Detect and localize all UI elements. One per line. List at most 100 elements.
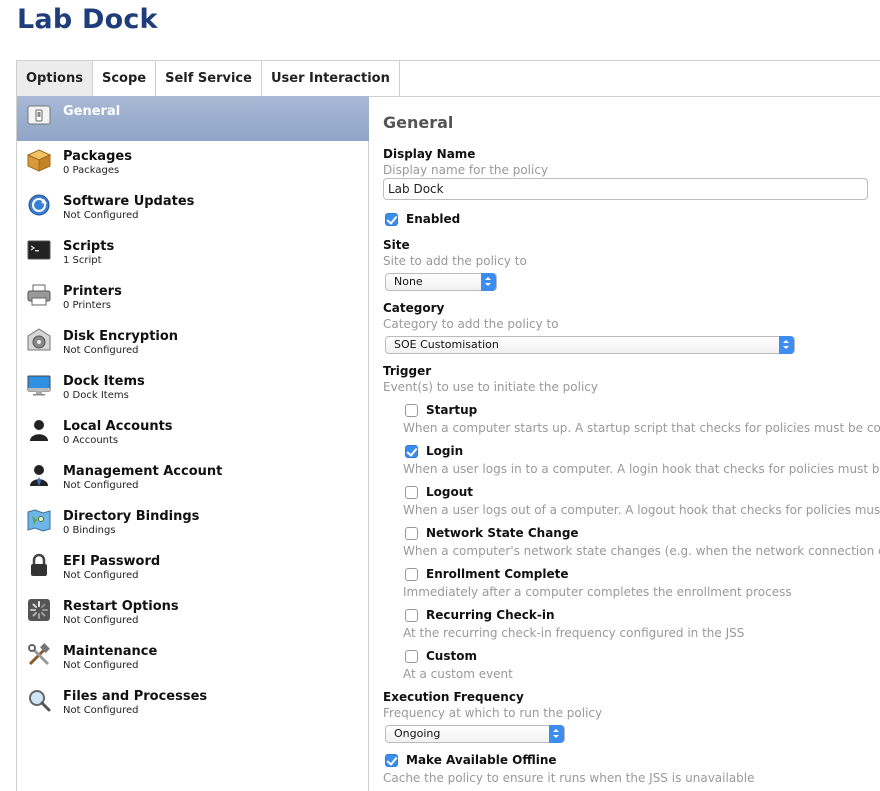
tab-user-interaction[interactable]: User Interaction bbox=[262, 61, 400, 97]
execution-frequency-select[interactable]: Ongoing bbox=[385, 725, 565, 743]
category-select-value: SOE Customisation bbox=[394, 338, 499, 351]
section-title: General bbox=[383, 113, 454, 132]
sidebar-item-maintenance[interactable]: Maintenance Not Configured bbox=[17, 636, 369, 681]
trigger-startup-row: Startup bbox=[405, 403, 477, 417]
display-name-input[interactable] bbox=[383, 178, 868, 200]
terminal-icon bbox=[27, 238, 51, 262]
switch-icon bbox=[27, 103, 51, 127]
sidebar-item-scripts[interactable]: Scripts 1 Script bbox=[17, 231, 369, 276]
category-select[interactable]: SOE Customisation bbox=[385, 336, 795, 354]
lock-icon bbox=[27, 553, 51, 577]
trigger-custom-checkbox[interactable] bbox=[405, 649, 418, 663]
trigger-label: Trigger bbox=[383, 364, 432, 378]
sidebar-item-software-updates[interactable]: Software Updates Not Configured bbox=[17, 186, 369, 231]
trigger-custom-row: Custom bbox=[405, 649, 477, 663]
trigger-enrollment-complete-label: Enrollment Complete bbox=[426, 567, 569, 581]
trigger-help: Event(s) to use to initiate the policy bbox=[383, 380, 598, 394]
trigger-network-state-change-checkbox[interactable] bbox=[405, 526, 418, 540]
trigger-login-help: When a user logs in to a computer. A log… bbox=[403, 462, 880, 476]
sidebar-item-label: Files and Processes bbox=[63, 689, 208, 704]
sidebar-item-label: Local Accounts bbox=[63, 419, 173, 434]
sidebar-item-local-accounts[interactable]: Local Accounts 0 Accounts bbox=[17, 411, 369, 456]
trigger-recurring-check-in-row: Recurring Check-in bbox=[405, 608, 555, 622]
sidebar-item-restart-options[interactable]: Restart Options Not Configured bbox=[17, 591, 369, 636]
category-label: Category bbox=[383, 301, 445, 315]
sidebar-item-label: Software Updates bbox=[63, 194, 195, 209]
offline-row: Make Available Offline bbox=[385, 753, 557, 767]
execution-frequency-help: Frequency at which to run the policy bbox=[383, 706, 603, 720]
sidebar-item-dock-items[interactable]: Dock Items 0 Dock Items bbox=[17, 366, 369, 411]
trigger-enrollment-complete-help: Immediately after a computer completes t… bbox=[403, 585, 792, 599]
sidebar-item-status: Not Configured bbox=[63, 705, 139, 716]
sidebar-item-label: Disk Encryption bbox=[63, 329, 179, 344]
execution-frequency-label: Execution Frequency bbox=[383, 690, 524, 704]
trigger-network-state-change-label: Network State Change bbox=[426, 526, 579, 540]
sidebar-item-label: Printers bbox=[63, 284, 122, 299]
sidebar-item-status: 0 Packages bbox=[63, 165, 120, 176]
sidebar-item-label: Packages bbox=[63, 149, 132, 164]
trigger-enrollment-complete-checkbox[interactable] bbox=[405, 567, 418, 581]
trigger-recurring-check-in-help: At the recurring check-in frequency conf… bbox=[403, 626, 745, 640]
tab-scope[interactable]: Scope bbox=[93, 61, 157, 97]
software-update-icon bbox=[27, 193, 51, 217]
offline-checkbox[interactable] bbox=[385, 753, 398, 767]
sidebar-item-status: Not Configured bbox=[63, 660, 139, 671]
trigger-logout-help: When a user logs out of a computer. A lo… bbox=[403, 503, 880, 517]
offline-help: Cache the policy to ensure it runs when … bbox=[383, 771, 755, 785]
trigger-custom-help: At a custom event bbox=[403, 667, 513, 681]
execution-frequency-select-value: Ongoing bbox=[394, 727, 441, 740]
trigger-startup-checkbox[interactable] bbox=[405, 403, 418, 417]
sidebar-item-directory-bindings[interactable]: Directory Bindings 0 Bindings bbox=[17, 501, 369, 546]
trigger-logout-checkbox[interactable] bbox=[405, 485, 418, 499]
sidebar-item-status: Not Configured bbox=[63, 570, 139, 581]
sidebar-item-disk-encryption[interactable]: Disk Encryption Not Configured bbox=[17, 321, 369, 366]
trigger-logout-label: Logout bbox=[426, 485, 474, 499]
tab-options[interactable]: Options bbox=[17, 61, 93, 97]
site-help: Site to add the policy to bbox=[383, 254, 527, 268]
sidebar-item-status: 0 Printers bbox=[63, 300, 112, 311]
trigger-login-checkbox[interactable] bbox=[405, 444, 418, 458]
trigger-network-state-change-row: Network State Change bbox=[405, 526, 579, 540]
disk-encryption-icon bbox=[27, 328, 51, 352]
trigger-startup-label: Startup bbox=[426, 403, 478, 417]
enabled-label: Enabled bbox=[406, 212, 461, 226]
site-select[interactable]: None bbox=[385, 273, 497, 291]
sidebar-item-packages[interactable]: Packages 0 Packages bbox=[17, 141, 369, 186]
sidebar-item-label: Directory Bindings bbox=[63, 509, 200, 524]
sidebar-item-label: Maintenance bbox=[63, 644, 158, 659]
sidebar-item-status: 0 Accounts bbox=[63, 435, 119, 446]
enabled-row: Enabled bbox=[385, 212, 460, 226]
map-icon bbox=[27, 508, 51, 532]
sidebar-item-general[interactable]: General bbox=[17, 96, 369, 141]
site-label: Site bbox=[383, 238, 410, 252]
chevron-up-down-icon bbox=[481, 273, 496, 291]
sidebar-item-status: 1 Script bbox=[63, 255, 102, 266]
chevron-up-down-icon bbox=[549, 725, 564, 743]
sidebar-item-status: Not Configured bbox=[63, 345, 139, 356]
sidebar-item-files-and-processes[interactable]: Files and Processes Not Configured bbox=[17, 681, 369, 726]
trigger-custom-label: Custom bbox=[426, 649, 477, 663]
tab-self-service[interactable]: Self Service bbox=[156, 61, 262, 97]
sidebar-item-efi-password[interactable]: EFI Password Not Configured bbox=[17, 546, 369, 591]
sidebar: General Packages 0 Packages Software Upd… bbox=[16, 96, 369, 791]
package-icon bbox=[26, 148, 52, 172]
sidebar-item-label: Dock Items bbox=[63, 374, 145, 389]
sidebar-item-label: Restart Options bbox=[63, 599, 179, 614]
trigger-login-label: Login bbox=[426, 444, 464, 458]
spinner-icon bbox=[27, 598, 51, 622]
tools-icon bbox=[27, 643, 51, 667]
sidebar-item-status: Not Configured bbox=[63, 480, 139, 491]
sidebar-item-label: Scripts bbox=[63, 239, 115, 254]
trigger-recurring-check-in-checkbox[interactable] bbox=[405, 608, 418, 622]
display-name-label: Display Name bbox=[383, 147, 476, 161]
sidebar-item-management-account[interactable]: Management Account Not Configured bbox=[17, 456, 369, 501]
enabled-checkbox[interactable] bbox=[385, 212, 398, 226]
magnifier-icon bbox=[27, 688, 51, 712]
sidebar-item-printers[interactable]: Printers 0 Printers bbox=[17, 276, 369, 321]
sidebar-item-label: EFI Password bbox=[63, 554, 161, 569]
tab-bar: Options Scope Self Service User Interact… bbox=[16, 60, 880, 97]
printer-icon bbox=[27, 283, 51, 307]
chevron-up-down-icon bbox=[779, 336, 794, 354]
trigger-logout-row: Logout bbox=[405, 485, 473, 499]
page-title: Lab Dock bbox=[17, 4, 158, 35]
